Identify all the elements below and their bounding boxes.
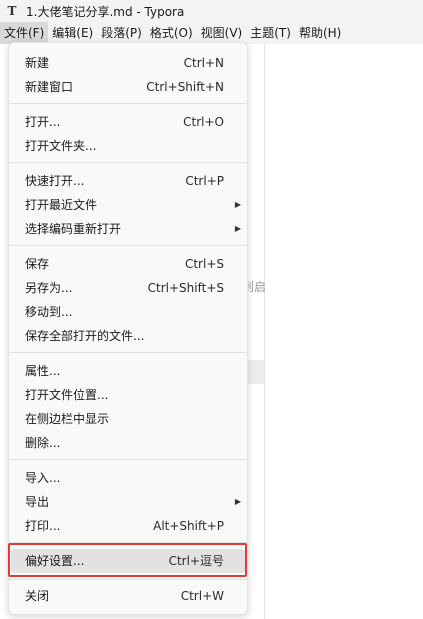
submenu-arrow-icon: ▶ [234, 200, 241, 209]
menu-bar: 文件(F) 编辑(E) 段落(P) 格式(O) 视图(V) 主题(T) 帮助(H… [0, 22, 423, 44]
file-menu-dropdown: 新建 Ctrl+N 新建窗口 Ctrl+Shift+N 打开... Ctrl+O… [8, 42, 248, 615]
menu-item-label: 打开... [25, 115, 61, 129]
menu-format[interactable]: 格式(O) [146, 22, 197, 44]
menu-item-save-all[interactable]: 保存全部打开的文件... [9, 324, 247, 348]
menu-item-shortcut: Ctrl+N [183, 56, 224, 70]
menu-item-label: 另存为... [25, 281, 73, 295]
menu-item-save-as[interactable]: 另存为... Ctrl+Shift+S [9, 276, 247, 300]
menu-item-label: 偏好设置... [25, 554, 85, 568]
menu-item-properties[interactable]: 属性... [9, 359, 247, 383]
menu-item-label: 打印... [25, 519, 61, 533]
menu-item-shortcut: Ctrl+S [184, 257, 224, 271]
menu-item-preferences[interactable]: 偏好设置... Ctrl+逗号 [11, 549, 245, 573]
menu-separator [9, 103, 247, 104]
sidebar-divider [264, 44, 265, 619]
menu-item-import[interactable]: 导入... [9, 466, 247, 490]
typora-app-icon: T [7, 4, 17, 18]
menu-item-label: 快速打开... [25, 174, 85, 188]
menu-separator [9, 579, 247, 580]
menu-item-label: 关闭 [25, 589, 50, 603]
submenu-arrow-icon: ▶ [234, 224, 241, 233]
menu-edit[interactable]: 编辑(E) [48, 22, 97, 44]
menu-item-label: 移动到... [25, 305, 73, 319]
menu-item-label: 打开文件位置... [25, 388, 109, 402]
menu-item-new-window[interactable]: 新建窗口 Ctrl+Shift+N [9, 75, 247, 99]
menu-item-label: 导出 [25, 495, 50, 509]
menu-item-shortcut: Ctrl+O [183, 115, 224, 129]
menu-item-shortcut: Ctrl+逗号 [168, 554, 224, 568]
menu-view[interactable]: 视图(V) [197, 22, 247, 44]
menu-item-move-to[interactable]: 移动到... [9, 300, 247, 324]
menu-item-label: 属性... [25, 364, 61, 378]
menu-item-label: 选择编码重新打开 [25, 222, 122, 236]
menu-item-shortcut: Ctrl+Shift+N [146, 80, 224, 94]
menu-item-open-file-location[interactable]: 打开文件位置... [9, 383, 247, 407]
menu-item-label: 新建窗口 [25, 80, 74, 94]
window-title: 1.大佬笔记分享.md - Typora [26, 4, 185, 19]
menu-item-quick-open[interactable]: 快速打开... Ctrl+P [9, 169, 247, 193]
menu-separator [9, 162, 247, 163]
menu-item-shortcut: Ctrl+P [185, 174, 224, 188]
menu-item-label: 打开最近文件 [25, 198, 98, 212]
menu-item-close[interactable]: 关闭 Ctrl+W [9, 584, 247, 608]
menu-separator [9, 245, 247, 246]
menu-item-label: 删除... [25, 436, 61, 450]
menu-theme[interactable]: 主题(T) [246, 22, 295, 44]
menu-item-delete[interactable]: 删除... [9, 431, 247, 455]
menu-separator [9, 459, 247, 460]
menu-separator [9, 542, 247, 543]
menu-item-shortcut: Alt+Shift+P [153, 519, 224, 533]
title-bar: T 1.大佬笔记分享.md - Typora [0, 0, 423, 22]
menu-item-label: 导入... [25, 471, 61, 485]
menu-item-print[interactable]: 打印... Alt+Shift+P [9, 514, 247, 538]
menu-file[interactable]: 文件(F) [0, 22, 49, 44]
menu-item-shortcut: Ctrl+W [180, 589, 224, 603]
menu-separator [9, 352, 247, 353]
submenu-arrow-icon: ▶ [234, 497, 241, 506]
menu-item-shortcut: Ctrl+Shift+S [147, 281, 224, 295]
menu-item-save[interactable]: 保存 Ctrl+S [9, 252, 247, 276]
menu-item-export[interactable]: 导出 ▶ [9, 490, 247, 514]
menu-item-reopen-with-encoding[interactable]: 选择编码重新打开 ▶ [9, 217, 247, 241]
menu-help[interactable]: 帮助(H) [295, 22, 345, 44]
menu-item-new[interactable]: 新建 Ctrl+N [9, 51, 247, 75]
menu-item-open-recent[interactable]: 打开最近文件 ▶ [9, 193, 247, 217]
menu-item-label: 打开文件夹... [25, 139, 97, 153]
menu-paragraph[interactable]: 段落(P) [97, 22, 146, 44]
menu-item-label: 新建 [25, 56, 50, 70]
menu-item-label: 在侧边栏中显示 [25, 412, 110, 426]
menu-item-label: 保存 [25, 257, 50, 271]
menu-item-open[interactable]: 打开... Ctrl+O [9, 110, 247, 134]
menu-item-label: 保存全部打开的文件... [25, 329, 145, 343]
menu-item-reveal-in-sidebar[interactable]: 在侧边栏中显示 [9, 407, 247, 431]
menu-item-open-folder[interactable]: 打开文件夹... [9, 134, 247, 158]
